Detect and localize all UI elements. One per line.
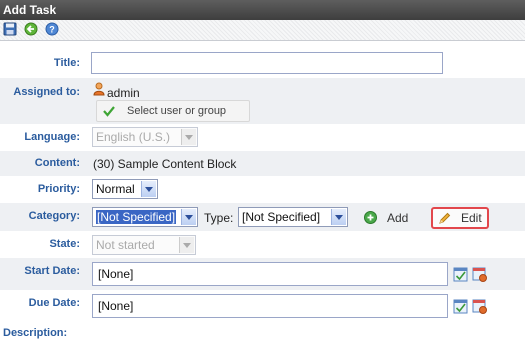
description-label: Description: [3,327,68,339]
type-select[interactable]: [Not Specified] [238,207,348,227]
check-icon [103,106,115,117]
category-row: Category: [Not Specified] Type: [Not Spe… [0,203,525,231]
due-date-label: Due Date: [28,297,80,309]
pencil-icon [439,212,451,224]
window-titlebar: Add Task [0,0,525,20]
content-label: Content: [34,157,80,169]
back-icon[interactable] [24,22,38,36]
calendar-clear-icon[interactable] [472,299,487,314]
language-label: Language: [24,131,80,143]
start-date-input[interactable]: [None] [92,262,448,286]
svg-text:?: ? [49,25,55,35]
category-value: [Not Specified] [96,210,177,224]
description-row: Description: [0,322,525,346]
content-row: Content: (30) Sample Content Block [0,151,525,176]
calendar-icon[interactable] [453,267,468,282]
help-icon[interactable]: ? [45,22,59,36]
assigned-to-label: Assigned to: [13,86,80,98]
title-row: Title: [0,50,525,78]
save-icon[interactable] [3,22,17,36]
chevron-down-icon [179,237,194,253]
language-value: English (U.S.) [96,130,171,144]
start-date-row: Start Date: [None] [0,258,525,290]
chevron-down-icon [141,181,156,197]
type-label: Type: [204,211,234,225]
calendar-icon[interactable] [453,299,468,314]
title-label: Title: [53,57,80,69]
chevron-down-icon [181,129,196,145]
state-select[interactable]: Not started [92,235,196,255]
state-label: State: [49,238,80,250]
assigned-user: admin [107,86,140,100]
language-row: Language: English (U.S.) [0,124,525,151]
state-value: Not started [96,238,155,252]
assigned-to-row: Assigned to: admin Select user or group [0,78,525,124]
edit-label: Edit [461,211,482,225]
category-select[interactable]: [Not Specified] [92,207,198,227]
priority-value: Normal [96,182,135,196]
add-label: Add [387,211,409,225]
category-label: Category: [28,210,80,222]
calendar-clear-icon[interactable] [472,267,487,282]
user-icon [93,82,105,96]
content-value: (30) Sample Content Block [93,157,237,171]
window-title: Add Task [3,3,57,17]
chevron-down-icon [181,209,196,225]
type-value: [Not Specified] [242,210,321,224]
toolbar: ? [0,20,525,41]
add-icon [364,211,377,224]
priority-select[interactable]: Normal [92,179,158,199]
add-category-button[interactable]: Add [364,209,412,225]
chevron-down-icon [331,209,346,225]
language-select[interactable]: English (U.S.) [92,127,198,147]
priority-row: Priority: Normal [0,176,525,203]
start-date-label: Start Date: [24,265,80,277]
edit-category-button[interactable]: Edit [431,207,489,229]
select-user-or-group-label: Select user or group [127,105,227,117]
state-row: State: Not started [0,231,525,258]
due-date-input[interactable]: [None] [92,294,448,318]
priority-label: Priority: [37,183,80,195]
title-input[interactable] [91,52,443,74]
select-user-or-group-button[interactable]: Select user or group [96,100,250,122]
due-date-row: Due Date: [None] [0,290,525,322]
